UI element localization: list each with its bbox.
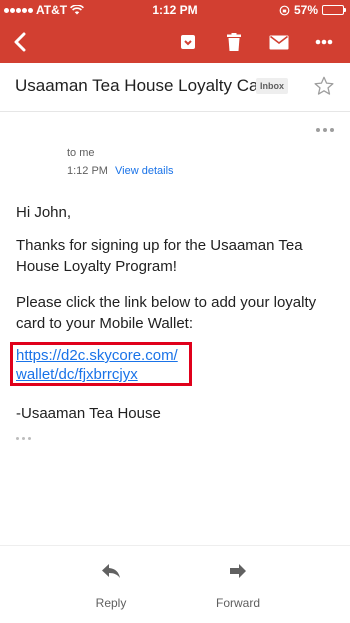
message-more-button[interactable] bbox=[316, 128, 334, 132]
message-time: 1:12 PM bbox=[67, 165, 108, 177]
forward-icon bbox=[230, 564, 246, 578]
move-to-button[interactable] bbox=[174, 28, 202, 56]
dot-icon bbox=[330, 128, 334, 132]
email-toolbar bbox=[0, 20, 350, 63]
forward-label: Forward bbox=[215, 596, 260, 610]
body-paragraph-2: Please click the link below to add your … bbox=[16, 294, 317, 332]
move-to-folder-icon bbox=[181, 35, 195, 49]
wallet-link[interactable]: https://d2c.skycore.com/ wallet/dc/fjxbr… bbox=[16, 346, 196, 384]
email-subject: Usaaman Tea House Loyalty Card bbox=[15, 76, 274, 95]
greeting-text: Hi John, bbox=[16, 204, 72, 221]
view-details-link[interactable]: View details bbox=[115, 165, 174, 177]
more-vert-icon bbox=[315, 39, 333, 45]
delete-button[interactable] bbox=[220, 28, 248, 56]
show-quoted-text-button[interactable] bbox=[16, 437, 31, 440]
status-bar: AT&T 1:12 PM 57% bbox=[0, 0, 350, 20]
wallet-link-line-2[interactable]: wallet/dc/fjxbrrcjyx bbox=[16, 366, 138, 383]
dot-icon bbox=[28, 437, 31, 440]
dot-icon bbox=[22, 437, 25, 440]
wallet-link-line-1[interactable]: https://d2c.skycore.com/ bbox=[16, 347, 178, 364]
mark-unread-button[interactable] bbox=[265, 28, 293, 56]
forward-button[interactable]: Forward bbox=[198, 560, 278, 610]
battery-percent: 57% bbox=[293, 3, 318, 17]
dot-icon bbox=[323, 128, 327, 132]
back-arrow-icon bbox=[14, 32, 26, 52]
app-header: AT&T 1:12 PM 57% bbox=[0, 0, 350, 63]
email-screen: AT&T 1:12 PM 57% Usaaman Tea House Loyal… bbox=[0, 0, 350, 623]
action-bar: Reply Forward bbox=[0, 545, 350, 623]
signature-text: -Usaaman Tea House bbox=[16, 405, 161, 422]
status-right: 57% bbox=[279, 3, 346, 17]
back-button[interactable] bbox=[6, 28, 34, 56]
recipient-line: to me bbox=[67, 147, 95, 159]
battery-icon bbox=[322, 5, 346, 15]
reply-button[interactable]: Reply bbox=[71, 560, 151, 610]
orientation-lock-icon bbox=[279, 5, 290, 15]
star-icon[interactable] bbox=[313, 75, 335, 97]
dot-icon bbox=[316, 128, 320, 132]
body-paragraph-1: Thanks for signing up for the Usaaman Te… bbox=[16, 237, 303, 275]
trash-icon bbox=[227, 32, 241, 51]
more-options-button[interactable] bbox=[310, 28, 338, 56]
reply-label: Reply bbox=[95, 596, 127, 610]
reply-icon bbox=[102, 564, 120, 578]
dot-icon bbox=[16, 437, 19, 440]
message-meta: 1:12 PM View details bbox=[67, 165, 174, 177]
subject-row: Usaaman Tea House Loyalty Card Inbox bbox=[0, 63, 350, 112]
mark-unread-icon bbox=[269, 35, 289, 49]
inbox-label-badge[interactable]: Inbox bbox=[256, 78, 288, 94]
